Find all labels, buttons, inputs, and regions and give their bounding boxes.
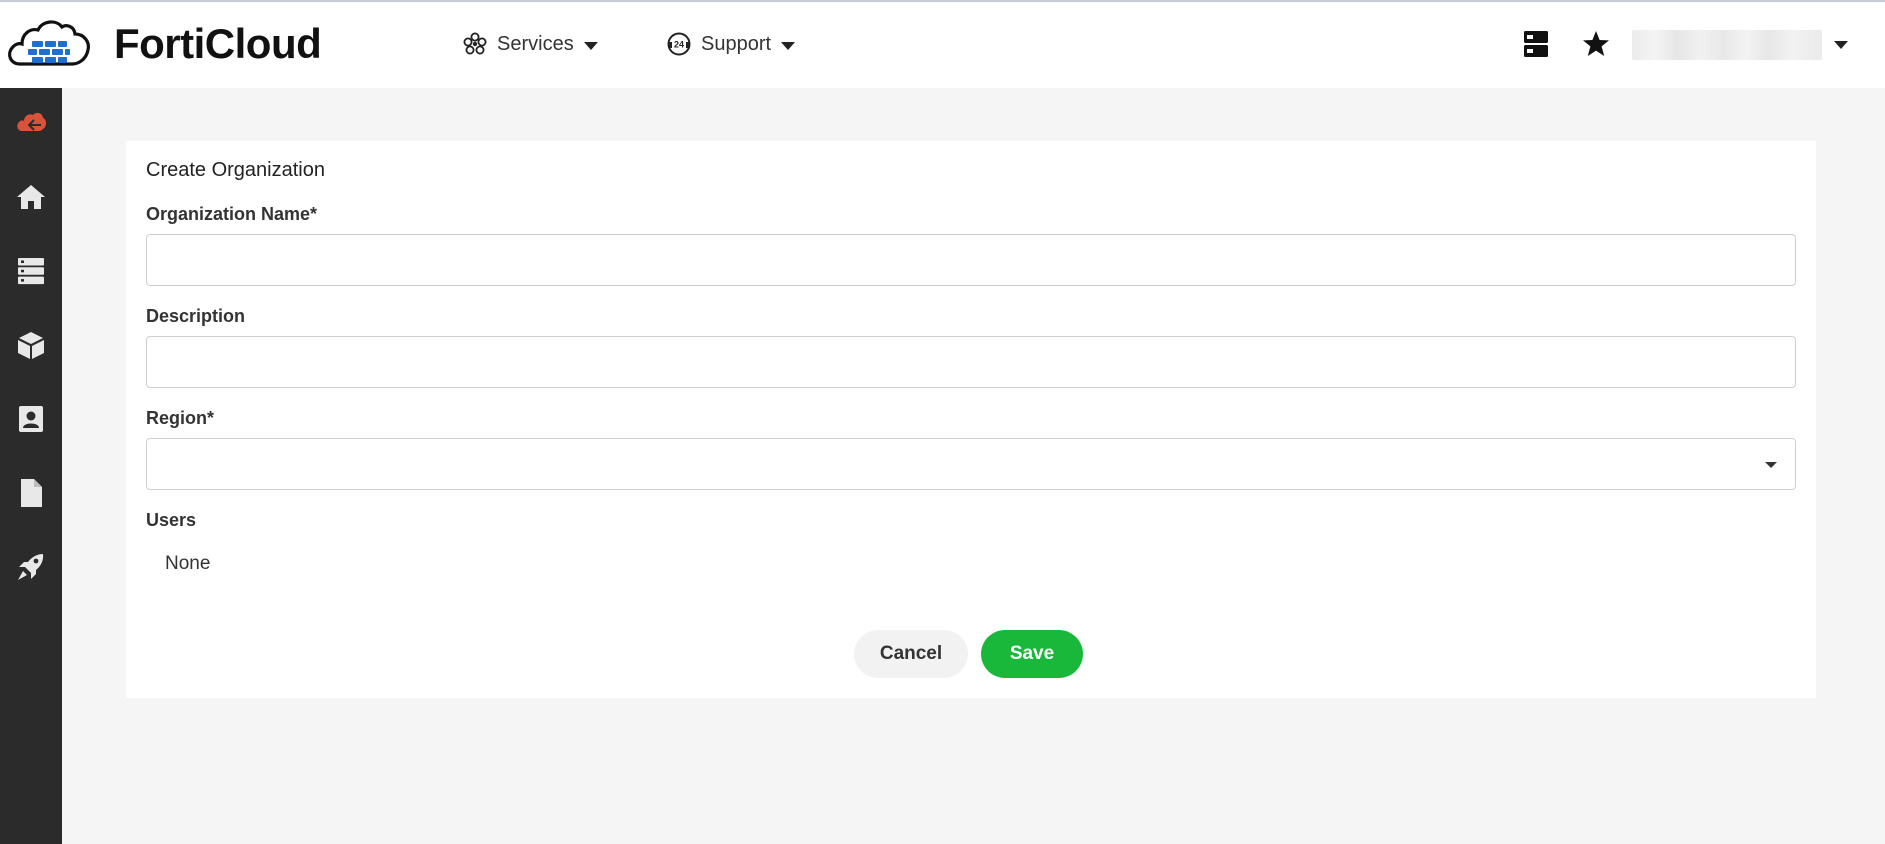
create-organization-card: Create Organization Organization Name* D… — [126, 141, 1816, 698]
services-icon — [463, 32, 487, 55]
sidebar-item-documents[interactable] — [6, 468, 56, 518]
users-value: None — [165, 553, 211, 574]
sidebar-item-launch[interactable] — [6, 542, 56, 592]
support-menu[interactable]: 24 Support — [666, 28, 796, 60]
description-input[interactable] — [146, 336, 1796, 388]
account-menu[interactable] — [1632, 28, 1848, 62]
top-bar: FortiCloud Services 24 Support — [0, 0, 1885, 88]
favorites-button[interactable] — [1580, 28, 1612, 60]
sidebar-item-home[interactable] — [6, 172, 56, 222]
home-icon — [17, 185, 45, 209]
servers-icon — [1524, 31, 1548, 57]
support-24-icon: 24 — [667, 32, 691, 56]
services-menu[interactable]: Services — [462, 28, 598, 60]
account-name-redacted — [1632, 30, 1822, 60]
star-icon — [1583, 31, 1609, 56]
sidebar — [0, 88, 62, 844]
rocket-icon — [18, 554, 44, 580]
cube-icon — [18, 332, 44, 359]
services-label: Services — [497, 32, 574, 55]
contact-card-icon — [19, 406, 43, 432]
brand[interactable]: FortiCloud — [6, 14, 322, 74]
description-label: Description — [146, 306, 246, 326]
forticloud-logo-icon — [17, 112, 46, 131]
save-button[interactable]: Save — [981, 630, 1083, 678]
chevron-down-icon — [1834, 41, 1848, 49]
servers-button[interactable] — [1520, 28, 1552, 60]
chevron-down-icon — [583, 41, 598, 50]
users-label: Users — [146, 510, 197, 530]
svg-text:24: 24 — [674, 40, 684, 50]
brand-name: FortiCloud — [114, 20, 322, 67]
support-label: Support — [701, 32, 772, 55]
document-icon — [21, 479, 42, 507]
sidebar-item-assets[interactable] — [6, 246, 56, 296]
organization-name-input[interactable] — [146, 234, 1796, 286]
forticloud-logo-icon — [8, 20, 90, 66]
sidebar-item-accounts[interactable] — [6, 394, 56, 444]
sidebar-item-forticloud[interactable] — [6, 98, 56, 148]
sidebar-item-products[interactable] — [6, 320, 56, 370]
organization-name-label: Organization Name* — [146, 204, 318, 224]
chevron-down-icon — [1765, 462, 1777, 468]
page-title: Create Organization — [146, 159, 325, 181]
cancel-button[interactable]: Cancel — [854, 630, 968, 678]
servers-icon — [18, 258, 44, 285]
region-select[interactable] — [146, 438, 1796, 490]
region-label: Region* — [146, 408, 215, 428]
chevron-down-icon — [781, 41, 796, 50]
